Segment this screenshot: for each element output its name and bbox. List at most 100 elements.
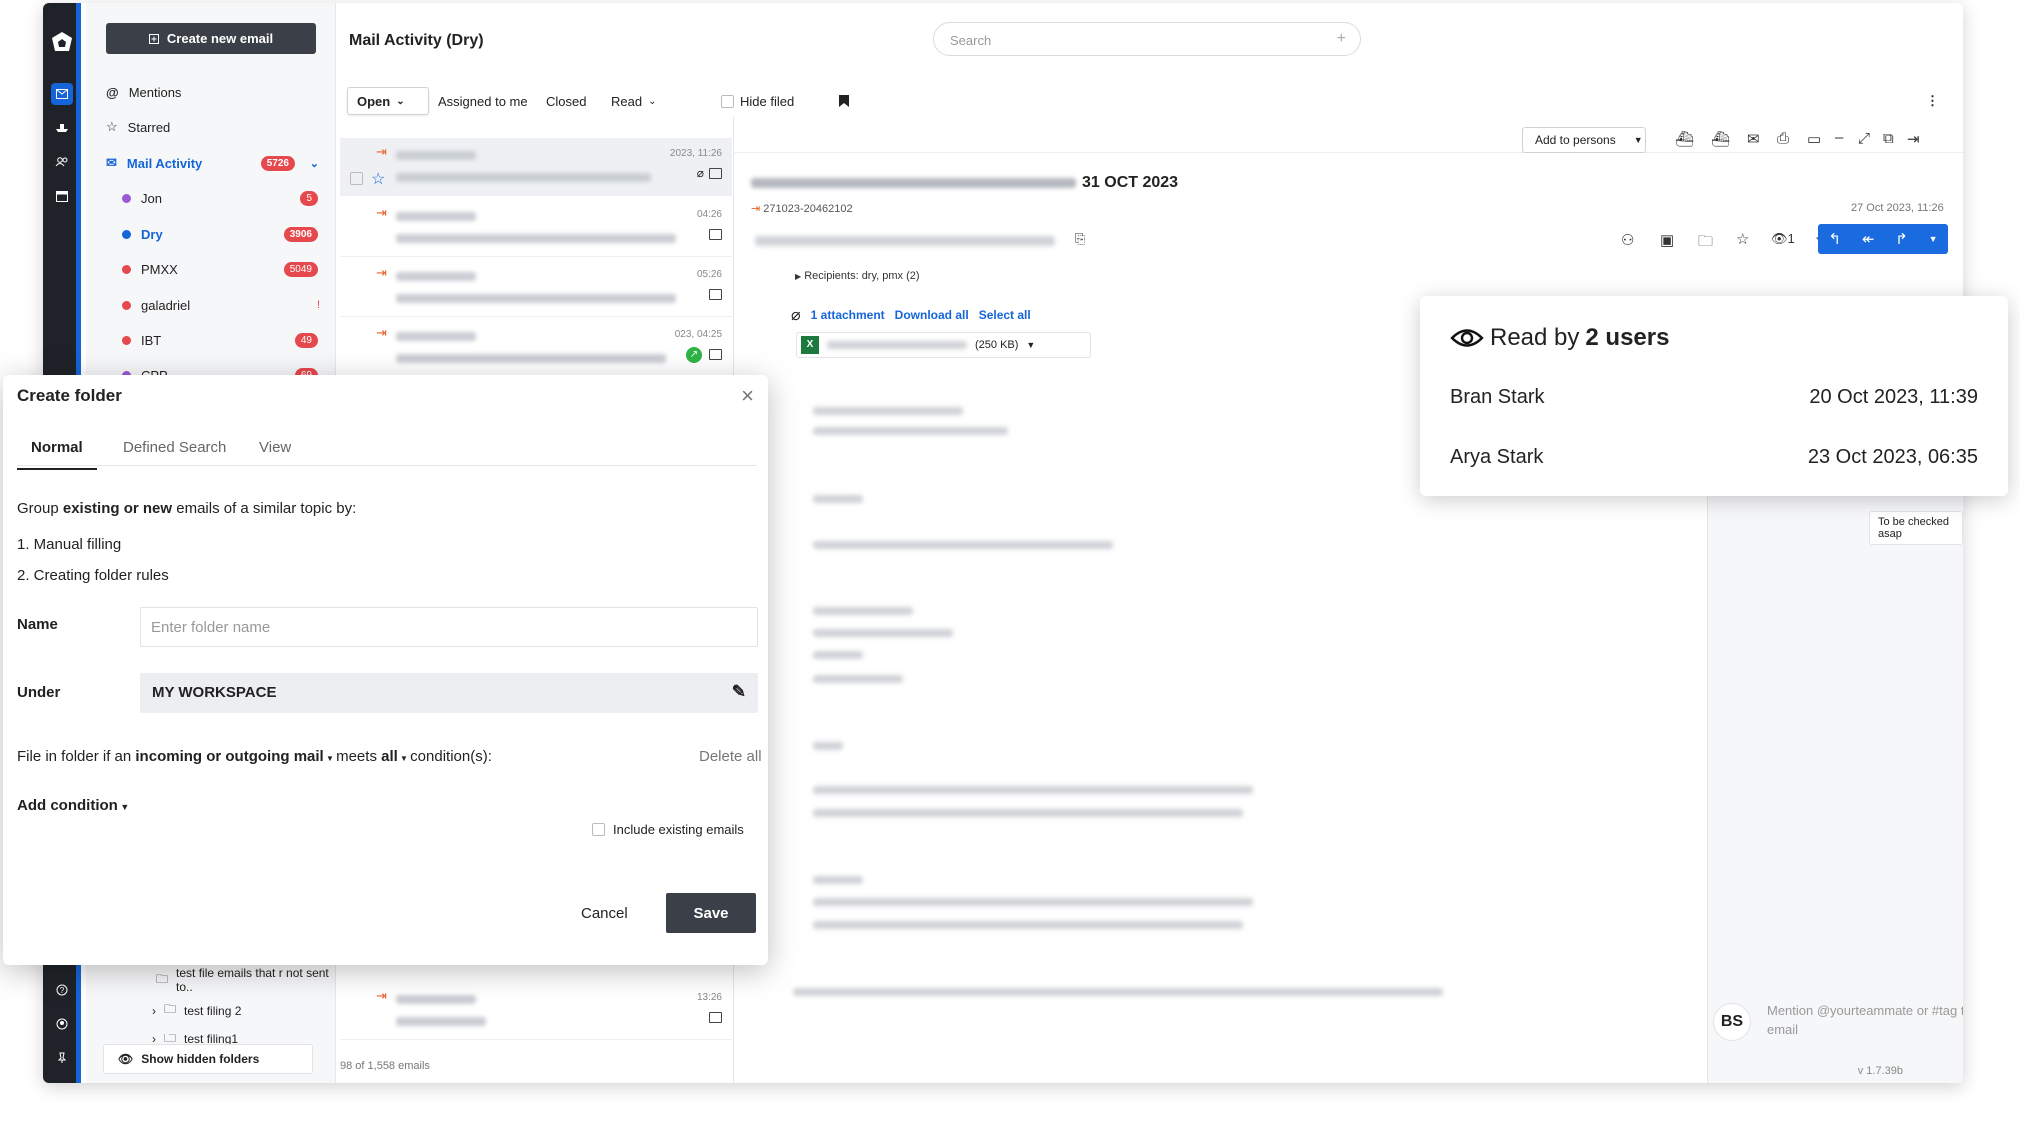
reply-button-group[interactable]: ↰ ↞ ↱ ▼: [1818, 224, 1948, 254]
show-hidden-folders-button[interactable]: 👁 Show hidden folders: [103, 1044, 313, 1074]
cancel-button[interactable]: Cancel: [581, 905, 628, 922]
include-existing-toggle[interactable]: Include existing emails: [592, 822, 744, 837]
list-item[interactable]: ⇥ 13:26: [340, 982, 732, 1040]
copy-icon[interactable]: ⎘: [1075, 231, 1085, 247]
hide-filed-toggle[interactable]: Hide filed: [721, 87, 794, 115]
subject-preview: [396, 1017, 486, 1026]
recipients[interactable]: ▶ Recipients: dry, pmx (2): [795, 270, 920, 282]
calendar-rail-icon[interactable]: [51, 185, 73, 207]
match-dropdown[interactable]: all: [381, 748, 398, 765]
add-condition-button[interactable]: Add condition ▼: [17, 797, 129, 814]
exit-icon[interactable]: ⇥: [1907, 130, 1920, 148]
search-input[interactable]: Search +: [933, 22, 1361, 56]
body-text-blurred: [813, 742, 843, 750]
tree-item[interactable]: › 🗀 test filing1: [152, 1034, 238, 1044]
print-icon[interactable]: ⎙: [1777, 130, 1789, 147]
body-text-blurred: [813, 921, 1243, 929]
tab-view[interactable]: View: [259, 439, 291, 456]
filter-closed[interactable]: Closed: [546, 87, 586, 115]
count-badge: 5: [300, 190, 318, 206]
checkbox[interactable]: [721, 94, 734, 108]
add-to-persons-dropdown[interactable]: Add to persons ▼: [1522, 127, 1646, 153]
folder-icon[interactable]: [709, 289, 722, 300]
caret-down-icon[interactable]: ▼: [1929, 234, 1938, 244]
folder-icon[interactable]: [709, 229, 722, 240]
tab-normal[interactable]: Normal: [17, 439, 97, 470]
tab-defined-search[interactable]: Defined Search: [123, 439, 226, 456]
paperclip-icon: ⌀: [791, 307, 801, 324]
chevron-right-icon[interactable]: ›: [152, 1034, 156, 1044]
list-item[interactable]: ⇥ 05:26: [340, 259, 732, 317]
mail-type-dropdown[interactable]: incoming or outgoing mail: [135, 748, 323, 765]
sidebar-item-dry[interactable]: Dry 3906: [122, 223, 322, 245]
select-all-link[interactable]: Select all: [979, 308, 1031, 322]
attachment-count[interactable]: 1 attachment: [811, 308, 885, 322]
folder-name-input[interactable]: Enter folder name: [140, 607, 758, 647]
subject-preview: [396, 234, 676, 243]
color-dot: [122, 193, 131, 203]
folder-icon[interactable]: [709, 168, 722, 179]
help-rail-icon[interactable]: ?: [51, 979, 73, 1001]
body-text-blurred: [813, 607, 913, 615]
filter-assigned[interactable]: Assigned to me: [438, 87, 528, 115]
sidebar-item-ibt[interactable]: IBT 49: [122, 329, 322, 351]
tree-item[interactable]: › 🗀 test filing 2: [152, 1000, 241, 1021]
sidebar-item-mail-activity[interactable]: ✉ Mail Activity 5726 ⌄: [106, 152, 321, 174]
delete-all-link[interactable]: Delete all: [699, 748, 762, 765]
tree-item[interactable]: 🗀 test file emails that r not sent to..: [156, 966, 335, 994]
pencil-icon[interactable]: ✎: [732, 682, 746, 702]
sender-name: [396, 151, 476, 160]
under-field[interactable]: MY WORKSPACE ✎: [140, 673, 758, 713]
chevron-right-icon[interactable]: ›: [152, 1004, 156, 1018]
list-item[interactable]: ☆ ⇥ 2023, 11:26 ⌀: [340, 138, 732, 196]
bookmark-icon[interactable]: [838, 87, 850, 115]
forward-icon[interactable]: ↱: [1895, 230, 1908, 248]
sidebar-item-jon[interactable]: Jon 5: [122, 187, 322, 209]
mail-rail-icon[interactable]: [51, 83, 73, 105]
views-counter[interactable]: 👁1: [1771, 231, 1795, 247]
move-folder-icon[interactable]: 🗀: [1698, 231, 1713, 256]
sidebar-item-starred[interactable]: ☆ Starred: [106, 116, 321, 138]
checkbox[interactable]: [592, 823, 605, 836]
reply-all-icon[interactable]: ↞: [1862, 230, 1875, 248]
star-icon[interactable]: ☆: [1736, 230, 1749, 248]
pin-rail-icon[interactable]: [51, 1047, 73, 1069]
sidebar-item-pmxx[interactable]: PMXX 5049: [122, 258, 322, 280]
download-all-link[interactable]: Download all: [895, 308, 969, 322]
chevron-down-icon[interactable]: ⌄: [310, 157, 319, 170]
checkbox[interactable]: [350, 172, 363, 185]
list-item[interactable]: ⇥ 04:26: [340, 199, 732, 257]
star-icon[interactable]: ☆: [371, 169, 385, 189]
ship-rail-icon[interactable]: [51, 117, 73, 139]
expand-icon[interactable]: ⤢: [1858, 130, 1870, 147]
sidebar-item-galadriel[interactable]: galadriel!: [122, 294, 322, 316]
sidebar-item-mentions[interactable]: @ Mentions: [106, 81, 321, 103]
caret-down-icon[interactable]: ▼: [1026, 340, 1035, 350]
create-email-button[interactable]: Create new email: [106, 23, 316, 54]
mail-check-icon[interactable]: ✉: [1747, 130, 1760, 148]
close-icon[interactable]: ×: [741, 383, 754, 409]
minimize-icon[interactable]: –: [1835, 129, 1843, 146]
caret-down-icon: ▼: [397, 754, 411, 763]
list-item[interactable]: ⇥ 023, 04:25 ↗: [340, 319, 732, 377]
open-external-icon[interactable]: ⧉: [1883, 130, 1894, 147]
plus-icon[interactable]: +: [1337, 30, 1346, 48]
mention-input[interactable]: Mention @yourteammate or #tag this email: [1767, 1001, 1963, 1039]
attachment-file[interactable]: X (250 KB) ▼: [796, 332, 1091, 358]
calendar-icon[interactable]: ▣: [1660, 231, 1674, 249]
profile-rail-icon[interactable]: [51, 1013, 73, 1035]
folder-icon[interactable]: [709, 349, 722, 360]
more-options-icon[interactable]: ⋮: [1926, 87, 1939, 115]
incoming-icon: ⇥: [376, 265, 387, 280]
folder-icon[interactable]: [709, 1012, 722, 1023]
filter-open[interactable]: Open ⌄: [347, 87, 429, 115]
layout-icon[interactable]: ▭: [1807, 130, 1821, 148]
save-button[interactable]: Save: [666, 893, 756, 933]
reply-icon[interactable]: ↰: [1828, 230, 1841, 248]
ship-add-icon[interactable]: ⛴: [1711, 130, 1730, 148]
count-badge: 5726: [260, 155, 295, 171]
filter-read[interactable]: Read ⌄: [611, 87, 656, 115]
contacts-rail-icon[interactable]: [51, 151, 73, 173]
ship-icon[interactable]: ⛴: [1675, 130, 1694, 148]
assign-user-icon[interactable]: ⚇: [1621, 231, 1634, 249]
